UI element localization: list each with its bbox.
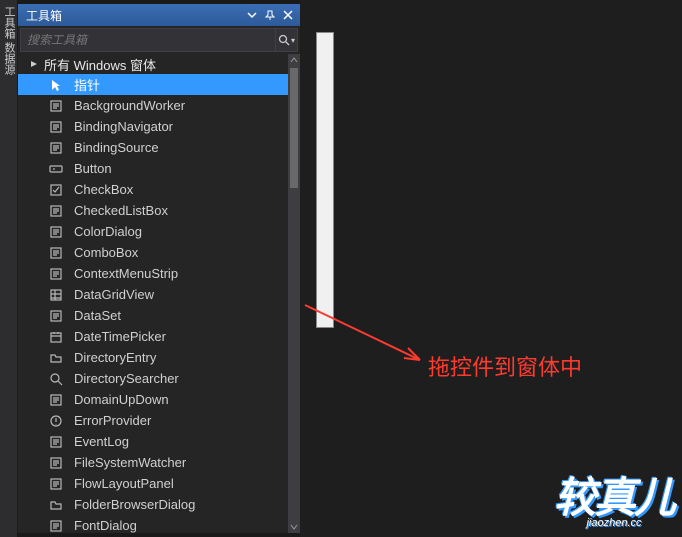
- search-icon: [48, 371, 64, 387]
- tool-item-errorprovider[interactable]: ErrorProvider: [18, 410, 288, 431]
- tool-label: ContextMenuStrip: [74, 266, 178, 281]
- tool-label: ComboBox: [74, 245, 138, 260]
- tool-item-指针[interactable]: 指针: [18, 74, 288, 95]
- search-input[interactable]: [21, 33, 275, 47]
- tool-item-datetimepicker[interactable]: DateTimePicker: [18, 326, 288, 347]
- checkbox-icon: [48, 182, 64, 198]
- folder-icon: [48, 350, 64, 366]
- pin-icon[interactable]: [262, 7, 278, 23]
- scrollbar[interactable]: [288, 54, 300, 533]
- tool-label: BindingSource: [74, 140, 159, 155]
- tool-label: BackgroundWorker: [74, 98, 185, 113]
- checklist-icon: [48, 203, 64, 219]
- scroll-up-button[interactable]: [288, 54, 300, 66]
- flow-icon: [48, 476, 64, 492]
- updown-icon: [48, 392, 64, 408]
- tool-item-domainupdown[interactable]: DomainUpDown: [18, 389, 288, 410]
- tool-item-eventlog[interactable]: EventLog: [18, 431, 288, 452]
- tool-item-datagridview[interactable]: DataGridView: [18, 284, 288, 305]
- tool-item-button[interactable]: Button: [18, 158, 288, 179]
- error-icon: [48, 413, 64, 429]
- tool-item-flowlayoutpanel[interactable]: FlowLayoutPanel: [18, 473, 288, 494]
- designer-surface[interactable]: 拖控件到窗体中 较真儿 jiaozhen.cc: [300, 0, 682, 537]
- button-icon: [48, 161, 64, 177]
- scroll-thumb[interactable]: [290, 68, 298, 188]
- toolbox-tree: 所有 Windows 窗体指针 BackgroundWorker BindingNa…: [18, 54, 300, 533]
- pointer-icon: [48, 77, 64, 93]
- tool-item-filesystemwatcher[interactable]: FileSystemWatcher: [18, 452, 288, 473]
- eye-icon: [48, 455, 64, 471]
- close-icon[interactable]: [280, 7, 296, 23]
- tool-label: DataGridView: [74, 287, 154, 302]
- tool-label: FontDialog: [74, 518, 137, 533]
- tool-item-folderbrowserdialog[interactable]: FolderBrowserDialog: [18, 494, 288, 515]
- watermark: 较真儿 jiaozhen.cc: [554, 464, 674, 529]
- dropdown-icon[interactable]: [244, 7, 260, 23]
- calendar-icon: [48, 329, 64, 345]
- folderopen-icon: [48, 497, 64, 513]
- panel-title: 工具箱: [26, 7, 242, 24]
- menu-icon: [48, 266, 64, 282]
- grid-icon: [48, 287, 64, 303]
- tool-item-bindingnavigator[interactable]: BindingNavigator: [18, 116, 288, 137]
- tool-item-directoryentry[interactable]: DirectoryEntry: [18, 347, 288, 368]
- tool-label: Button: [74, 161, 112, 176]
- tool-item-colordialog[interactable]: ColorDialog: [18, 221, 288, 242]
- gear-icon: [48, 98, 64, 114]
- tool-label: DirectoryEntry: [74, 350, 156, 365]
- search-button[interactable]: ▾: [275, 29, 297, 51]
- annotation-text: 拖控件到窗体中: [428, 350, 582, 382]
- tool-item-fontdialog[interactable]: FontDialog: [18, 515, 288, 533]
- tool-label: DirectorySearcher: [74, 371, 179, 386]
- tool-label: ColorDialog: [74, 224, 142, 239]
- tool-label: DataSet: [74, 308, 121, 323]
- tool-label: ErrorProvider: [74, 413, 151, 428]
- tool-item-checkbox[interactable]: CheckBox: [18, 179, 288, 200]
- font-icon: [48, 518, 64, 534]
- tool-item-contextmenustrip[interactable]: ContextMenuStrip: [18, 263, 288, 284]
- tool-label: FlowLayoutPanel: [74, 476, 174, 491]
- tool-label: CheckedListBox: [74, 203, 168, 218]
- watermark-main: 较真儿: [554, 464, 674, 525]
- form-edge[interactable]: [316, 32, 334, 328]
- category-header[interactable]: 所有 Windows 窗体: [18, 54, 288, 74]
- toolbox-panel: 工具箱 ▾ 所有 Windows 窗体指针 BackgroundWorker Bin…: [18, 4, 300, 533]
- tool-label: CheckBox: [74, 182, 133, 197]
- dataset-icon: [48, 308, 64, 324]
- tool-item-dataset[interactable]: DataSet: [18, 305, 288, 326]
- tool-label: EventLog: [74, 434, 129, 449]
- palette-icon: [48, 224, 64, 240]
- panel-header: 工具箱: [18, 4, 300, 26]
- tool-label: DomainUpDown: [74, 392, 169, 407]
- tool-item-bindingsource[interactable]: BindingSource: [18, 137, 288, 158]
- tool-item-directorysearcher[interactable]: DirectorySearcher: [18, 368, 288, 389]
- db-icon: [48, 140, 64, 156]
- tool-label: DateTimePicker: [74, 329, 166, 344]
- combo-icon: [48, 245, 64, 261]
- tool-label: 指针: [74, 75, 100, 94]
- tool-label: BindingNavigator: [74, 119, 173, 134]
- nav-icon: [48, 119, 64, 135]
- category-label: 所有 Windows 窗体: [44, 55, 156, 74]
- tool-label: FolderBrowserDialog: [74, 497, 195, 512]
- tool-label: FileSystemWatcher: [74, 455, 186, 470]
- search-row: ▾: [20, 28, 298, 52]
- tool-item-checkedlistbox[interactable]: CheckedListBox: [18, 200, 288, 221]
- scroll-down-button[interactable]: [288, 521, 300, 533]
- expand-icon: [28, 58, 40, 70]
- log-icon: [48, 434, 64, 450]
- tool-item-combobox[interactable]: ComboBox: [18, 242, 288, 263]
- docked-tab-strip[interactable]: 工具箱 数据源: [0, 0, 18, 537]
- tool-item-backgroundworker[interactable]: BackgroundWorker: [18, 95, 288, 116]
